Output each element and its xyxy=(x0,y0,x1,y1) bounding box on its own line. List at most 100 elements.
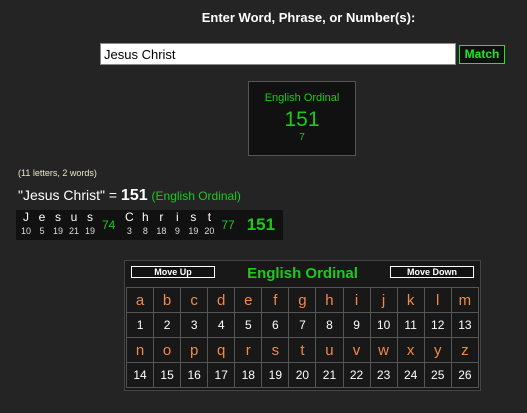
letter-value: 8 xyxy=(142,226,148,236)
letter-value: 21 xyxy=(68,226,79,236)
letter-char: i xyxy=(176,210,179,224)
move-down-button[interactable]: Move Down xyxy=(390,266,474,278)
letter-char: s xyxy=(55,210,61,224)
letter-value: 20 xyxy=(204,226,215,236)
cipher-value: 23 xyxy=(369,362,398,388)
cipher-letter: t xyxy=(288,337,317,363)
cipher-letter: c xyxy=(180,287,209,313)
cipher-value: 17 xyxy=(207,362,236,388)
match-button[interactable]: Match xyxy=(459,45,505,64)
equation-total: 151 xyxy=(120,187,148,204)
cipher-value: 3 xyxy=(180,312,209,338)
letter-value: 19 xyxy=(52,226,63,236)
cipher-letter: d xyxy=(207,287,236,313)
letter-cell: J 10 xyxy=(18,210,34,240)
cipher-value: 21 xyxy=(315,362,344,388)
cipher-row: 1 2 3 4 5 6 7 8 9 10 11 12 13 xyxy=(125,312,480,338)
letter-cell: C3 xyxy=(121,210,137,240)
cipher-value: 22 xyxy=(342,362,371,388)
letter-value: 5 xyxy=(39,226,45,236)
cipher-table-header: Move Up English Ordinal Move Down xyxy=(125,261,480,287)
cipher-letter: o xyxy=(153,337,182,363)
cipher-table: Move Up English Ordinal Move Down abcdef… xyxy=(124,260,481,391)
input-prompt: Enter Word, Phrase, or Number(s): xyxy=(201,10,416,25)
letter-char: s xyxy=(87,210,93,224)
cipher-letter: k xyxy=(396,287,425,313)
letter-cell: h8 xyxy=(137,210,153,240)
equation-cipher: (English Ordinal) xyxy=(151,189,241,203)
cipher-value: 4 xyxy=(207,312,236,338)
result-value: 151 xyxy=(284,108,320,131)
cipher-row: nopqrstuvwxyz xyxy=(125,337,480,363)
cipher-letter: r xyxy=(234,337,263,363)
word-sum: 77 xyxy=(221,218,235,232)
word-group: C 3 h 8 r 18 i 9 s 19 t 20 xyxy=(121,210,217,240)
cipher-letter: j xyxy=(369,287,398,313)
breakdown-total: 151 xyxy=(246,215,276,234)
cipher-value: 1 xyxy=(125,312,155,338)
cipher-letter: l xyxy=(423,287,452,313)
cipher-row: abcdefghijklm xyxy=(125,287,480,313)
equation-phrase: "Jesus Christ" = xyxy=(18,187,118,203)
letter-value: 10 xyxy=(20,226,31,236)
cipher-letter: w xyxy=(369,337,398,363)
cipher-letter: g xyxy=(288,287,317,313)
letter-char: t xyxy=(207,210,212,224)
letter-cell: i9 xyxy=(169,210,185,240)
cipher-letter: s xyxy=(261,337,290,363)
cipher-letter: q xyxy=(207,337,236,363)
letter-cell: r 18 xyxy=(153,210,169,240)
letter-char: u xyxy=(70,210,78,224)
cipher-letter: v xyxy=(342,337,371,363)
cipher-letter: b xyxy=(153,287,182,313)
cipher-value: 7 xyxy=(288,312,317,338)
letter-value: 3 xyxy=(126,226,132,236)
cipher-value: 2 xyxy=(153,312,182,338)
equation-line: "Jesus Christ" = 151 (English Ordinal) xyxy=(18,187,241,205)
cipher-value: 16 xyxy=(180,362,209,388)
letter-char: J xyxy=(23,210,29,224)
cipher-value: 8 xyxy=(315,312,344,338)
cipher-value: 11 xyxy=(396,312,425,338)
letter-cell: s 19 xyxy=(185,210,201,240)
letter-char: e xyxy=(38,210,46,224)
letter-value: 19 xyxy=(84,226,95,236)
cipher-letter: a xyxy=(125,287,155,313)
cipher-letter: z xyxy=(450,337,480,363)
letter-word-count: (11 letters, 2 words) xyxy=(18,168,97,178)
cipher-letter: f xyxy=(261,287,290,313)
cipher-value: 12 xyxy=(423,312,452,338)
cipher-value: 25 xyxy=(423,362,452,388)
cipher-value: 18 xyxy=(234,362,263,388)
cipher-letter: h xyxy=(315,287,344,313)
cipher-value: 24 xyxy=(396,362,425,388)
letter-cell: s 19 xyxy=(82,210,98,240)
result-reduced: 7 xyxy=(299,132,305,143)
cipher-letter: m xyxy=(450,287,480,313)
letter-char: s xyxy=(190,210,197,224)
letter-value: 19 xyxy=(188,226,199,236)
cipher-letter: i xyxy=(342,287,371,313)
cipher-value: 10 xyxy=(369,312,398,338)
cipher-letter: n xyxy=(125,337,155,363)
word-group: J 10 e 5 s 19 u 21 s 19 xyxy=(18,210,98,240)
cipher-letter: p xyxy=(180,337,209,363)
phrase-input[interactable] xyxy=(100,43,456,65)
letter-breakdown: J 10 e 5 s 19 u 21 s 19 74 C 3 h 8 r 18 i 9 s 19 t 20 77 151 xyxy=(16,210,284,240)
letter-cell: e5 xyxy=(34,210,50,240)
cipher-letter: u xyxy=(315,337,344,363)
cipher-value: 13 xyxy=(450,312,480,338)
word-sum: 74 xyxy=(102,218,116,232)
cipher-value: 20 xyxy=(288,362,317,388)
result-box: English Ordinal 151 7 xyxy=(248,81,356,156)
letter-value: 18 xyxy=(156,226,167,236)
cipher-letter: e xyxy=(234,287,263,313)
cipher-value: 15 xyxy=(153,362,182,388)
cipher-value: 9 xyxy=(342,312,371,338)
result-cipher-name: English Ordinal xyxy=(264,92,340,104)
letter-cell: t 20 xyxy=(201,210,217,240)
cipher-value: 5 xyxy=(234,312,263,338)
cipher-value: 19 xyxy=(261,362,290,388)
cipher-letter: y xyxy=(423,337,452,363)
cipher-grid: a b c d e f g h i j k l m 1 2 3 4 5 6 7 8 9 10 11 12 13 n o p q r s t u v w… xyxy=(125,287,480,388)
